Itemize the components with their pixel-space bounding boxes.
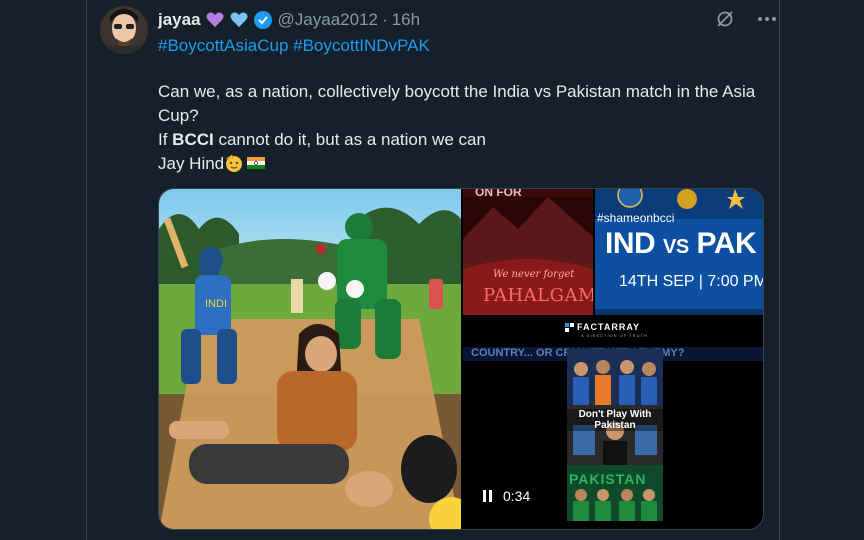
video-overlay-text: Don't Play With Pakistan: [567, 409, 663, 431]
video-thumbnail: Don't Play With Pakistan PAKISTAN: [567, 349, 663, 521]
verified-badge-icon[interactable]: [253, 10, 273, 30]
svg-text:ON FOR: ON FOR: [475, 189, 522, 199]
video-pak-banner: PAKISTAN: [569, 471, 647, 487]
tweet-line-2: If BCCI cannot do it, but as a nation we…: [158, 128, 762, 152]
text-fragment: Jay Hind: [158, 154, 225, 173]
pahalgam-image[interactable]: ON FOR We never forget PAHALGAM: [463, 189, 593, 315]
tweet-actions-top: [712, 8, 780, 30]
india-flag-icon: [246, 153, 266, 173]
video-player[interactable]: FACTARRAY A DIRECTION OF TRUTH COUNTRY..…: [463, 317, 763, 529]
author-name[interactable]: jayaa: [158, 10, 201, 30]
hashtag-link[interactable]: #BoycottINDvPAK: [293, 36, 430, 55]
pahalgam-subtitle: We never forget: [493, 269, 575, 280]
title-ind: IND: [605, 227, 656, 260]
video-brand-sub: A DIRECTION OF TRUTH: [581, 333, 648, 338]
poster-hashtag: #shameonbcci: [597, 211, 675, 225]
video-duration: 0:34: [503, 488, 531, 504]
cricket-illustration-image[interactable]: INDI: [159, 189, 473, 529]
pause-icon[interactable]: [483, 490, 495, 502]
tweet-text: Can we, as a nation, collectively boycot…: [158, 80, 762, 176]
bold-text: BCCI: [172, 130, 214, 149]
more-icon[interactable]: [754, 8, 780, 30]
video-duration-badge[interactable]: 0:34: [475, 483, 541, 509]
blue-heart-icon: [229, 10, 249, 30]
media-grid: INDI ON FOR We never forget PAHALGAM #sh…: [158, 188, 764, 530]
author-handle[interactable]: @Jayaa2012: [278, 10, 378, 30]
poster-date: 14TH SEP | 7:00 PM: [619, 273, 764, 290]
tweet-line-3: Jay Hind: [158, 152, 762, 176]
separator-dot: ·: [382, 10, 388, 29]
svg-text:INDI: INDI: [205, 298, 227, 310]
text-fragment: cannot do it, but as a nation we can: [213, 130, 486, 149]
title-pak: PAK: [696, 227, 757, 260]
purple-heart-icon: [205, 10, 225, 30]
hashtag-link[interactable]: #BoycottAsiaCup: [158, 36, 288, 55]
pahalgam-title: PAHALGAM: [483, 285, 593, 306]
tweet-header: jayaa @Jayaa2012 · 16h: [158, 9, 420, 31]
tweet-line-1: Can we, as a nation, collectively boycot…: [158, 82, 756, 125]
grok-icon[interactable]: [712, 8, 738, 30]
tweet-time[interactable]: 16h: [392, 10, 420, 30]
hashtags: #BoycottAsiaCup #BoycottINDvPAK: [158, 36, 430, 56]
avatar[interactable]: [100, 6, 148, 54]
video-brand: FACTARRAY: [577, 322, 641, 332]
title-vs: VS: [663, 236, 689, 258]
ind-vs-pak-poster[interactable]: #shameonbcci IND VS PAK 14TH SEP | 7:00 …: [595, 189, 764, 315]
text-fragment: If: [158, 130, 173, 149]
salute-emoji-icon: [224, 153, 244, 173]
poster-title: IND VS PAK: [605, 227, 757, 261]
